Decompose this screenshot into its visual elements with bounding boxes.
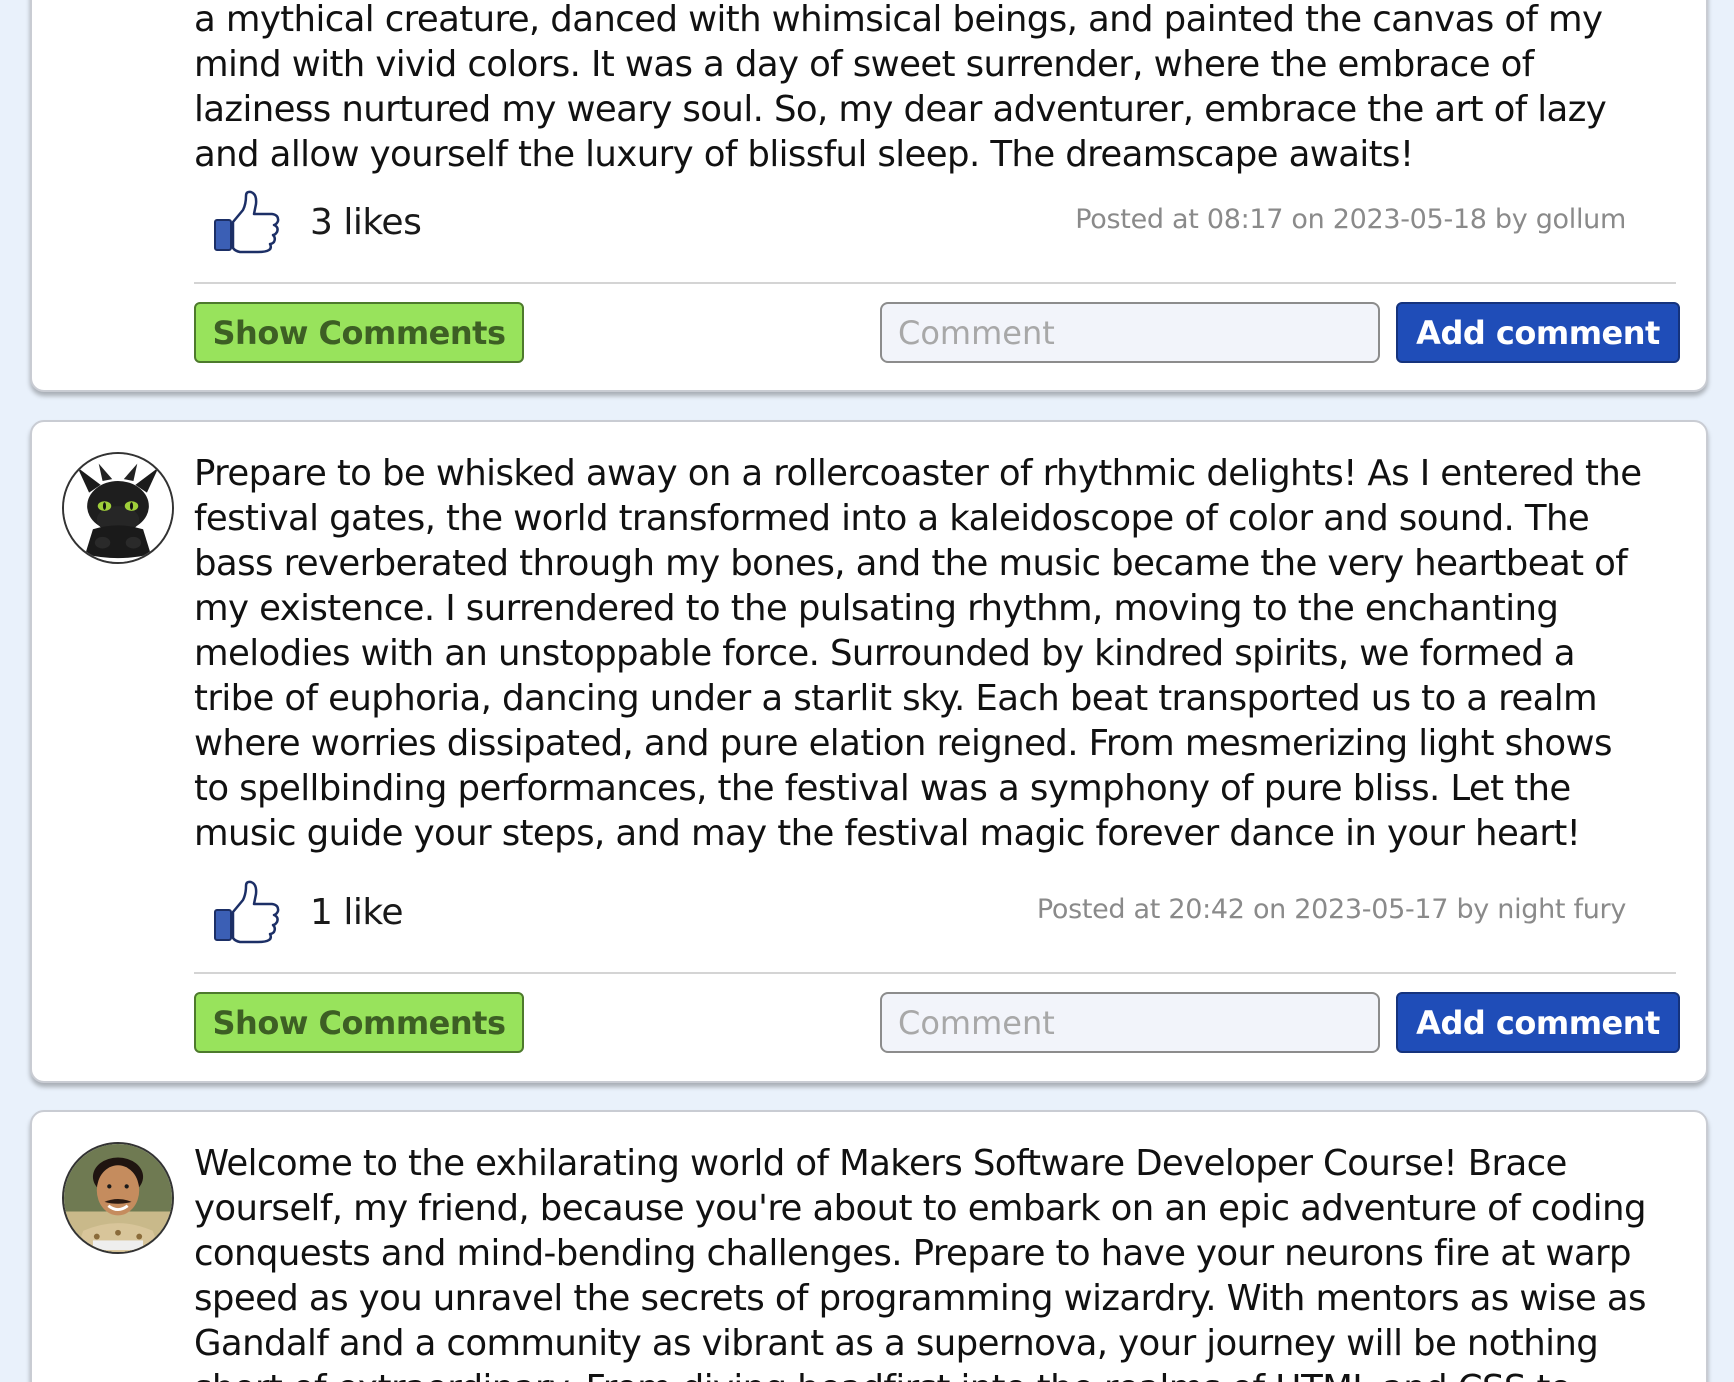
comment-input[interactable] <box>880 992 1380 1053</box>
post-card: a mythical creature, danced with whimsic… <box>30 0 1708 392</box>
post-text: Prepare to be whisked away on a rollerco… <box>194 453 1642 854</box>
comment-input[interactable] <box>880 302 1380 363</box>
post-feed: a mythical creature, danced with whimsic… <box>0 0 1734 1382</box>
like-count: 3 likes <box>310 201 422 243</box>
night-fury-avatar <box>62 452 174 564</box>
add-comment-button[interactable]: Add comment <box>1396 992 1680 1053</box>
user-photo-avatar <box>62 1142 174 1254</box>
post-meta: Posted at 08:17 on 2023-05-18 by gollum <box>1075 204 1626 235</box>
like-row: 1 like <box>212 876 404 948</box>
post-card: Prepare to be whisked away on a rollerco… <box>30 420 1708 1083</box>
post-text: a mythical creature, danced with whimsic… <box>194 0 1607 175</box>
post-text: Welcome to the exhilarating world of Mak… <box>194 1143 1647 1382</box>
thumbs-up-icon[interactable] <box>212 186 284 258</box>
show-comments-button[interactable]: Show Comments <box>194 302 524 363</box>
add-comment-button[interactable]: Add comment <box>1396 302 1680 363</box>
show-comments-button[interactable]: Show Comments <box>194 992 524 1053</box>
like-count: 1 like <box>310 891 404 933</box>
post-card: Welcome to the exhilarating world of Mak… <box>30 1110 1708 1382</box>
post-meta: Posted at 20:42 on 2023-05-17 by night f… <box>1036 894 1626 925</box>
divider <box>194 282 1676 284</box>
thumbs-up-icon[interactable] <box>212 876 284 948</box>
divider <box>194 972 1676 974</box>
like-row: 3 likes <box>212 186 422 258</box>
